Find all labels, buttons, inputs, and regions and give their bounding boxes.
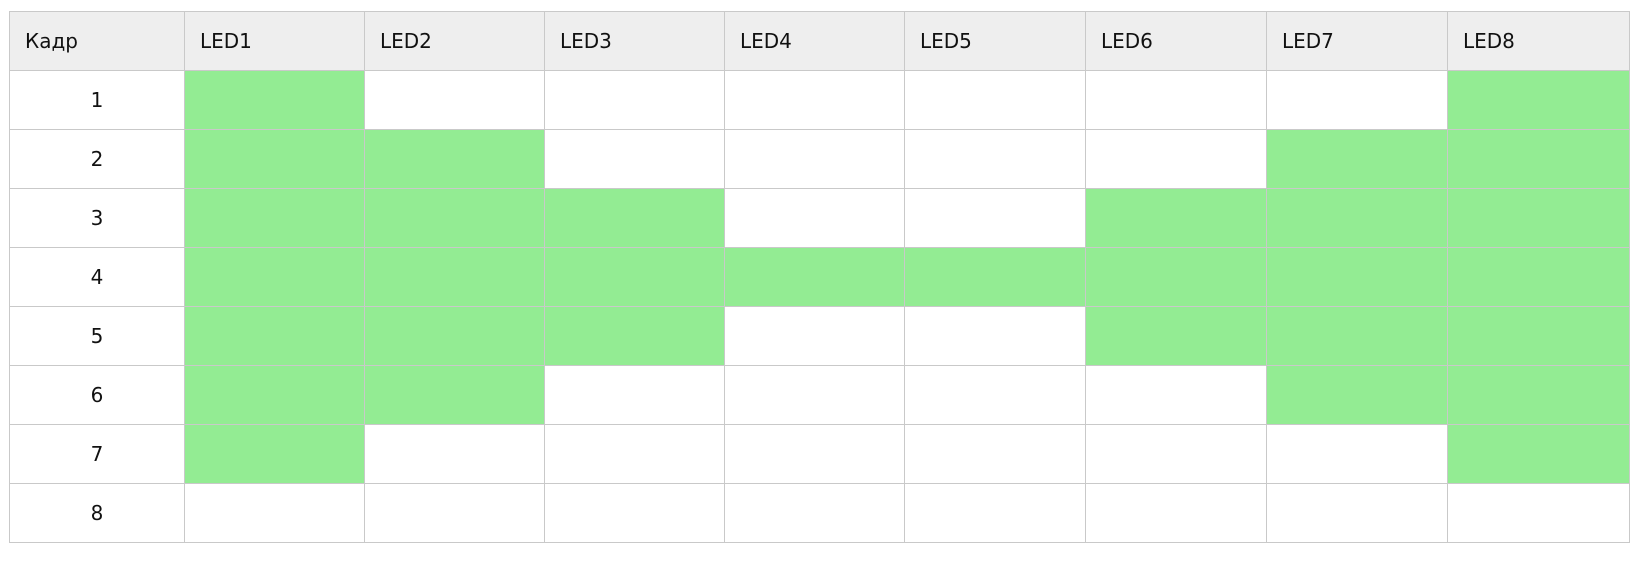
led1-cell: [184, 365, 365, 425]
led5-cell: [904, 424, 1086, 484]
led8-cell: [1447, 129, 1630, 189]
table-row: 3: [9, 188, 1630, 248]
table-row: 6: [9, 365, 1630, 425]
led3-cell: [544, 483, 725, 543]
frame-number-cell: 7: [9, 424, 185, 484]
led4-cell: [724, 365, 905, 425]
column-header-led6: LED6: [1085, 11, 1267, 71]
led3-cell: [544, 70, 725, 130]
led5-cell: [904, 483, 1086, 543]
led7-cell: [1266, 483, 1448, 543]
led3-cell: [544, 129, 725, 189]
led6-cell: [1085, 483, 1267, 543]
header-row: Кадр LED1 LED2 LED3 LED4 LED5 LED6 LED7 …: [9, 11, 1630, 71]
led7-cell: [1266, 306, 1448, 366]
led7-cell: [1266, 70, 1448, 130]
led2-cell: [364, 365, 545, 425]
led1-cell: [184, 306, 365, 366]
column-header-led2: LED2: [364, 11, 545, 71]
led6-cell: [1085, 188, 1267, 248]
led3-cell: [544, 365, 725, 425]
table-row: 8: [9, 483, 1630, 543]
led5-cell: [904, 70, 1086, 130]
led1-cell: [184, 424, 365, 484]
led6-cell: [1085, 129, 1267, 189]
led4-cell: [724, 306, 905, 366]
column-header-led5: LED5: [904, 11, 1086, 71]
column-header-led1: LED1: [184, 11, 365, 71]
led5-cell: [904, 247, 1086, 307]
led3-cell: [544, 306, 725, 366]
led8-cell: [1447, 424, 1630, 484]
led3-cell: [544, 188, 725, 248]
led7-cell: [1266, 365, 1448, 425]
led4-cell: [724, 424, 905, 484]
led8-cell: [1447, 483, 1630, 543]
table-row: 4: [9, 247, 1630, 307]
frame-number-cell: 5: [9, 306, 185, 366]
led1-cell: [184, 247, 365, 307]
frame-number-cell: 4: [9, 247, 185, 307]
table-row: 5: [9, 306, 1630, 366]
led7-cell: [1266, 129, 1448, 189]
table-row: 1: [9, 70, 1630, 130]
led5-cell: [904, 306, 1086, 366]
column-header-led3: LED3: [544, 11, 725, 71]
table-body: 12345678: [9, 70, 1630, 543]
led8-cell: [1447, 306, 1630, 366]
led7-cell: [1266, 247, 1448, 307]
led4-cell: [724, 70, 905, 130]
column-header-led8: LED8: [1447, 11, 1630, 71]
led4-cell: [724, 247, 905, 307]
table-row: 7: [9, 424, 1630, 484]
led3-cell: [544, 247, 725, 307]
led8-cell: [1447, 188, 1630, 248]
table-row: 2: [9, 129, 1630, 189]
led2-cell: [364, 247, 545, 307]
led6-cell: [1085, 70, 1267, 130]
frame-number-cell: 2: [9, 129, 185, 189]
led5-cell: [904, 129, 1086, 189]
led2-cell: [364, 483, 545, 543]
led5-cell: [904, 188, 1086, 248]
led6-cell: [1085, 365, 1267, 425]
led1-cell: [184, 483, 365, 543]
led2-cell: [364, 424, 545, 484]
led1-cell: [184, 188, 365, 248]
led1-cell: [184, 70, 365, 130]
column-header-led4: LED4: [724, 11, 905, 71]
column-header-led7: LED7: [1266, 11, 1448, 71]
led3-cell: [544, 424, 725, 484]
led-frames-table: Кадр LED1 LED2 LED3 LED4 LED5 LED6 LED7 …: [9, 11, 1630, 543]
led5-cell: [904, 365, 1086, 425]
led2-cell: [364, 129, 545, 189]
led8-cell: [1447, 365, 1630, 425]
led8-cell: [1447, 70, 1630, 130]
led6-cell: [1085, 247, 1267, 307]
led1-cell: [184, 129, 365, 189]
led2-cell: [364, 70, 545, 130]
led4-cell: [724, 483, 905, 543]
led2-cell: [364, 188, 545, 248]
led4-cell: [724, 129, 905, 189]
led6-cell: [1085, 424, 1267, 484]
led2-cell: [364, 306, 545, 366]
frame-number-cell: 8: [9, 483, 185, 543]
led6-cell: [1085, 306, 1267, 366]
frame-number-cell: 3: [9, 188, 185, 248]
led4-cell: [724, 188, 905, 248]
led7-cell: [1266, 424, 1448, 484]
led7-cell: [1266, 188, 1448, 248]
led8-cell: [1447, 247, 1630, 307]
column-header-frame: Кадр: [9, 11, 185, 71]
frame-number-cell: 1: [9, 70, 185, 130]
frame-number-cell: 6: [9, 365, 185, 425]
